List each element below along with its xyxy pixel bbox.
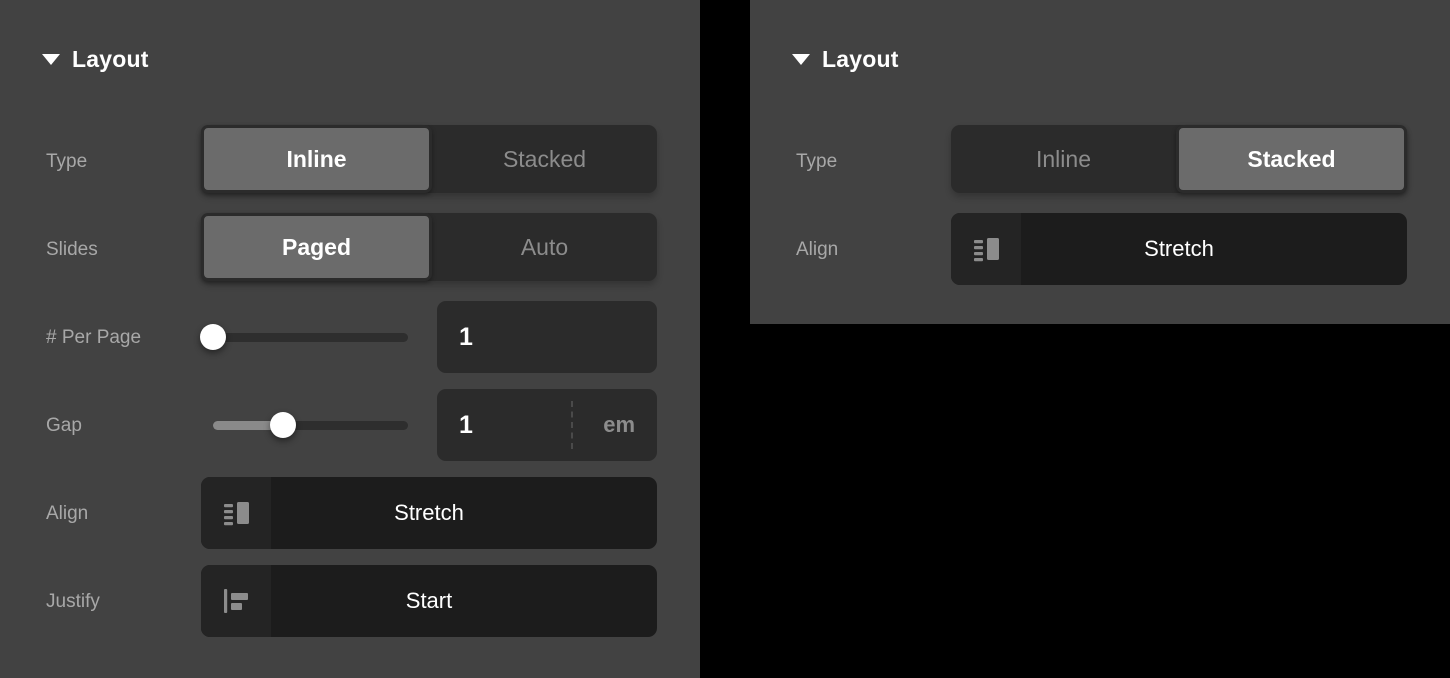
row-slides: Slides	[46, 213, 98, 285]
section-header-layout-stacked[interactable]: Layout	[792, 48, 899, 71]
row-label-slides: Slides	[46, 238, 98, 260]
slider-track-per-page	[203, 332, 408, 342]
picker-align-value: Stretch	[1144, 236, 1214, 261]
number-field-gap-value: 1	[459, 410, 473, 439]
number-field-gap-unit[interactable]: em	[603, 414, 635, 436]
row-per-page: # Per Page	[46, 301, 141, 373]
justify-start-icon	[201, 565, 271, 637]
slider-gap[interactable]	[213, 389, 408, 461]
slider-thumb-gap[interactable]	[270, 412, 297, 438]
segment-slides-auto[interactable]: Auto	[432, 213, 657, 281]
picker-justify[interactable]: Start	[201, 565, 657, 637]
layout-panel-inline: Layout Type Inline Stacked Slides Paged …	[0, 0, 700, 678]
slider-per-page[interactable]	[200, 301, 408, 373]
row-align: Align	[796, 213, 838, 285]
row-align: Align	[46, 477, 88, 549]
picker-align[interactable]: Stretch	[951, 213, 1407, 285]
triangle-down-icon[interactable]	[792, 54, 810, 65]
row-gap: Gap	[46, 389, 82, 461]
section-title: Layout	[72, 46, 149, 72]
number-field-per-page-value: 1	[459, 322, 473, 351]
layout-panel-stacked: Layout Type Inline Stacked Align Stretch	[750, 0, 1450, 324]
picker-align-value: Stretch	[394, 500, 464, 525]
segment-type-inline[interactable]: Inline	[201, 125, 432, 193]
segment-type-inline[interactable]: Inline	[951, 125, 1176, 193]
row-label-gap: Gap	[46, 414, 82, 436]
type-control-container: Inline Stacked	[951, 125, 1407, 193]
gap-control-container	[213, 389, 408, 461]
segment-slides-paged[interactable]: Paged	[201, 213, 432, 281]
row-label-type: Type	[46, 150, 88, 172]
align-stretch-icon	[201, 477, 271, 549]
row-label-justify: Justify	[46, 590, 100, 612]
section-header-layout[interactable]: Layout	[42, 48, 149, 71]
row-type: Type	[796, 125, 837, 197]
row-label-align: Align	[46, 502, 89, 524]
number-field-gap[interactable]: 1 em	[437, 389, 657, 461]
segment-type-stacked[interactable]: Stacked	[1176, 125, 1407, 193]
row-label-align: Align	[796, 238, 839, 260]
slides-control-container: Paged Auto	[201, 213, 657, 281]
row-justify: Justify	[46, 565, 100, 637]
segmented-control-slides[interactable]: Paged Auto	[201, 213, 657, 281]
unit-separator	[571, 401, 573, 449]
row-type: Type	[46, 125, 87, 197]
segment-type-stacked[interactable]: Stacked	[432, 125, 657, 193]
picker-align[interactable]: Stretch	[201, 477, 657, 549]
number-field-per-page[interactable]: 1	[437, 301, 657, 373]
segmented-control-type[interactable]: Inline Stacked	[951, 125, 1407, 193]
picker-justify-value: Start	[405, 588, 453, 613]
slider-thumb-per-page[interactable]	[200, 324, 227, 350]
row-label-per-page: # Per Page	[46, 326, 142, 348]
align-stretch-icon	[951, 213, 1021, 285]
triangle-down-icon[interactable]	[42, 54, 60, 65]
section-title: Layout	[822, 46, 899, 72]
segmented-control-type[interactable]: Inline Stacked	[201, 125, 657, 193]
row-label-type: Type	[796, 150, 838, 172]
per-page-control-container	[200, 301, 408, 373]
type-control-container: Inline Stacked	[201, 125, 657, 193]
